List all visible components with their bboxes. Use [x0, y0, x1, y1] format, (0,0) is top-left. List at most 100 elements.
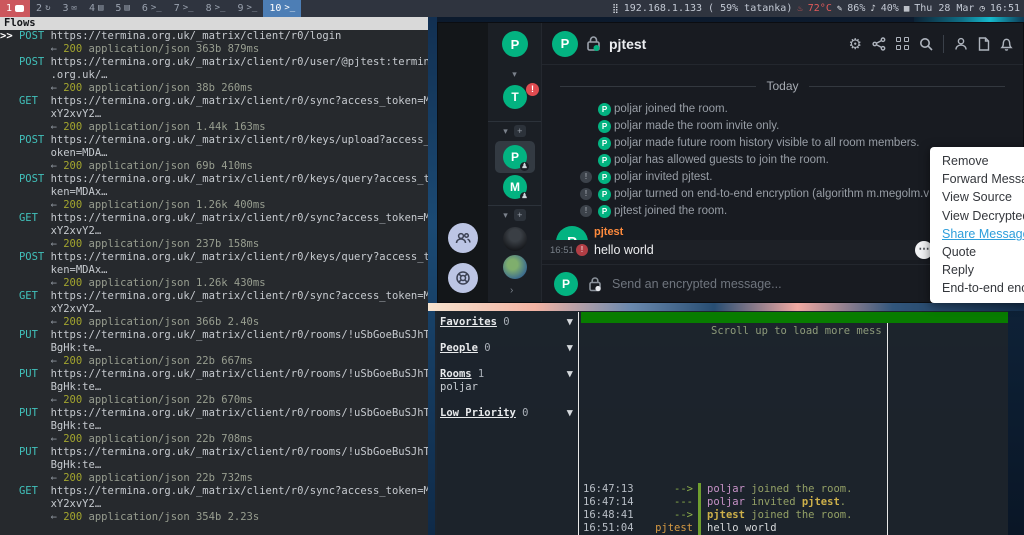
flow-row[interactable]: GET https://termina.org.uk/_matrix/clien… — [0, 485, 428, 524]
chat-log-line: 16:48:41-->pjtest joined the room. — [583, 509, 1008, 522]
message-row[interactable]: 16:51 ! hello world ⋯ — [542, 240, 919, 260]
terminal-icon: >_ — [215, 4, 226, 13]
notifications-bell-icon[interactable] — [1000, 37, 1013, 51]
flow-row[interactable]: GET https://termina.org.uk/_matrix/clien… — [0, 290, 428, 329]
workspace-4[interactable]: 4▤ — [83, 0, 109, 17]
room-avatar-p-selected[interactable]: P♟ — [503, 145, 527, 169]
flow-row[interactable]: POST https://termina.org.uk/_matrix/clie… — [0, 56, 428, 95]
workspace-3[interactable]: 3✉ — [56, 0, 82, 17]
event-text: poljar joined the room. — [614, 103, 728, 115]
event-text: poljar has allowed guests to join the ro… — [614, 154, 829, 166]
log-segment: invited — [745, 496, 802, 508]
flow-row[interactable]: GET https://termina.org.uk/_matrix/clien… — [0, 212, 428, 251]
invite-person-icon: ♟ — [520, 192, 529, 201]
event-avatar: P — [598, 171, 611, 184]
flow-url-continuation: oken=MDA… — [0, 147, 428, 160]
flow-selection-marker — [0, 134, 19, 146]
flow-row[interactable]: POST https://termina.org.uk/_matrix/clie… — [0, 134, 428, 173]
flow-method: POST — [19, 251, 44, 263]
workspace-2[interactable]: 2↻ — [30, 0, 56, 17]
menu-item-quote[interactable]: Quote — [930, 243, 1024, 261]
flow-row[interactable]: POST https://termina.org.uk/_matrix/clie… — [0, 251, 428, 290]
menu-item-reply[interactable]: Reply — [930, 261, 1024, 279]
flow-response-line: ← 200 application/json 38b 260ms — [0, 82, 428, 95]
share-icon[interactable] — [872, 37, 886, 51]
workspace-number: 2 — [36, 3, 42, 14]
workspace-5[interactable]: 5▤ — [109, 0, 135, 17]
menu-item-share-message[interactable]: Share Message — [930, 225, 1024, 243]
composer-input[interactable]: Send an encrypted message... — [612, 277, 974, 291]
collapse-triangle-icon[interactable]: ▼ — [567, 342, 573, 355]
workspace-number: 9 — [237, 3, 243, 14]
menu-item-view-source[interactable]: View Source — [930, 188, 1024, 206]
flow-selection-marker — [0, 251, 19, 263]
settings-gear-icon[interactable]: ⚙ — [849, 35, 862, 53]
menu-item-end-to-end-encryption[interactable]: End-to-end encryption — [930, 279, 1024, 297]
response-summary: application/json 22b 732ms — [82, 472, 253, 484]
search-icon[interactable] — [919, 37, 933, 51]
chevron-down-icon[interactable]: ▾ — [503, 126, 508, 137]
apps-grid-icon[interactable] — [896, 37, 909, 50]
people-button[interactable] — [448, 223, 478, 253]
workspace-7[interactable]: 7>_ — [168, 0, 200, 17]
chevron-right-icon[interactable]: › — [510, 285, 513, 296]
room-avatar-image-2[interactable] — [503, 255, 527, 279]
workspace-8[interactable]: 8>_ — [200, 0, 232, 17]
flow-selection-marker — [0, 173, 19, 185]
response-status: 200 — [63, 394, 82, 406]
flow-row[interactable]: POST https://termina.org.uk/_matrix/clie… — [0, 173, 428, 212]
flow-url-continuation: ken=MDAx… — [0, 264, 428, 277]
help-button[interactable] — [448, 263, 478, 293]
room-avatar-m[interactable]: M♟ — [503, 175, 527, 199]
roster-item[interactable]: poljar — [440, 381, 478, 394]
flow-row[interactable]: PUT https://termina.org.uk/_matrix/clien… — [0, 446, 428, 485]
plus-icon[interactable]: + — [514, 125, 526, 137]
flow-row[interactable]: PUT https://termina.org.uk/_matrix/clien… — [0, 407, 428, 446]
event-avatar: P — [598, 154, 611, 167]
flow-row[interactable]: PUT https://termina.org.uk/_matrix/clien… — [0, 368, 428, 407]
invite-person-icon: ♟ — [520, 162, 529, 171]
flow-method: POST — [19, 173, 44, 185]
menu-item-remove[interactable]: Remove — [930, 152, 1024, 170]
chat-log-line: 16:51:04pjtesthello world — [583, 522, 1008, 535]
room-avatar-image-1[interactable] — [503, 227, 527, 251]
flow-row[interactable]: PUT https://termina.org.uk/_matrix/clien… — [0, 329, 428, 368]
room-header-avatar[interactable]: P — [552, 31, 578, 57]
flow-selection-marker — [0, 290, 19, 302]
workspace-1[interactable]: 1 — [0, 0, 30, 17]
flow-response-line: ← 200 application/json 22b 708ms — [0, 433, 428, 446]
members-icon[interactable] — [954, 37, 968, 51]
chevron-down-icon[interactable]: ▾ — [512, 69, 517, 80]
files-icon[interactable] — [978, 37, 990, 51]
response-arrow: ← — [0, 43, 63, 55]
room-title: pjtest — [609, 36, 646, 52]
event-text: poljar made future room history visible … — [614, 137, 920, 149]
collapse-triangle-icon[interactable]: ▼ — [567, 316, 573, 329]
menu-item-forward-message[interactable]: Forward Message — [930, 170, 1024, 188]
plus-icon[interactable]: + — [514, 209, 526, 221]
roster-panel: Favorites 0▼ People 0▼ Rooms 1▼poljar Low P… — [435, 311, 578, 535]
roster-section-people[interactable]: People 0▼ — [440, 342, 564, 355]
workspace-10[interactable]: 10>_ — [263, 0, 301, 17]
flow-row[interactable]: >> POST https://termina.org.uk/_matrix/c… — [0, 30, 428, 56]
flow-url: https://termina.org.uk/_matrix/client/r0… — [44, 212, 428, 224]
log-message: hello world — [698, 522, 777, 535]
flow-response-line: ← 200 application/json 1.26k 400ms — [0, 199, 428, 212]
user-avatar[interactable]: P — [502, 31, 528, 57]
roster-section-favorites[interactable]: Favorites 0▼ — [440, 316, 564, 329]
workspace-number: 5 — [115, 3, 121, 14]
chevron-down-icon[interactable]: ▾ — [503, 210, 508, 221]
message-context-menu: RemoveForward MessageView SourceView Dec… — [930, 147, 1024, 303]
flow-response-line: ← 200 application/json 22b 670ms — [0, 394, 428, 407]
workspace-9[interactable]: 9>_ — [231, 0, 263, 17]
roster-section-low-priority[interactable]: Low Priority 0▼ — [440, 407, 564, 420]
room-avatar-t[interactable]: T — [503, 85, 527, 109]
flow-url-continuation: xY2xvY2… — [0, 303, 428, 316]
collapse-triangle-icon[interactable]: ▼ — [567, 407, 573, 420]
collapse-triangle-icon[interactable]: ▼ — [567, 368, 573, 381]
menu-item-view-decrypted-source[interactable]: View Decrypted Source — [930, 207, 1024, 225]
flow-selection-marker — [0, 95, 19, 107]
workspace-6[interactable]: 6>_ — [136, 0, 168, 17]
flow-row[interactable]: GET https://termina.org.uk/_matrix/clien… — [0, 95, 428, 134]
roster-section-rooms[interactable]: Rooms 1▼ — [440, 368, 564, 381]
